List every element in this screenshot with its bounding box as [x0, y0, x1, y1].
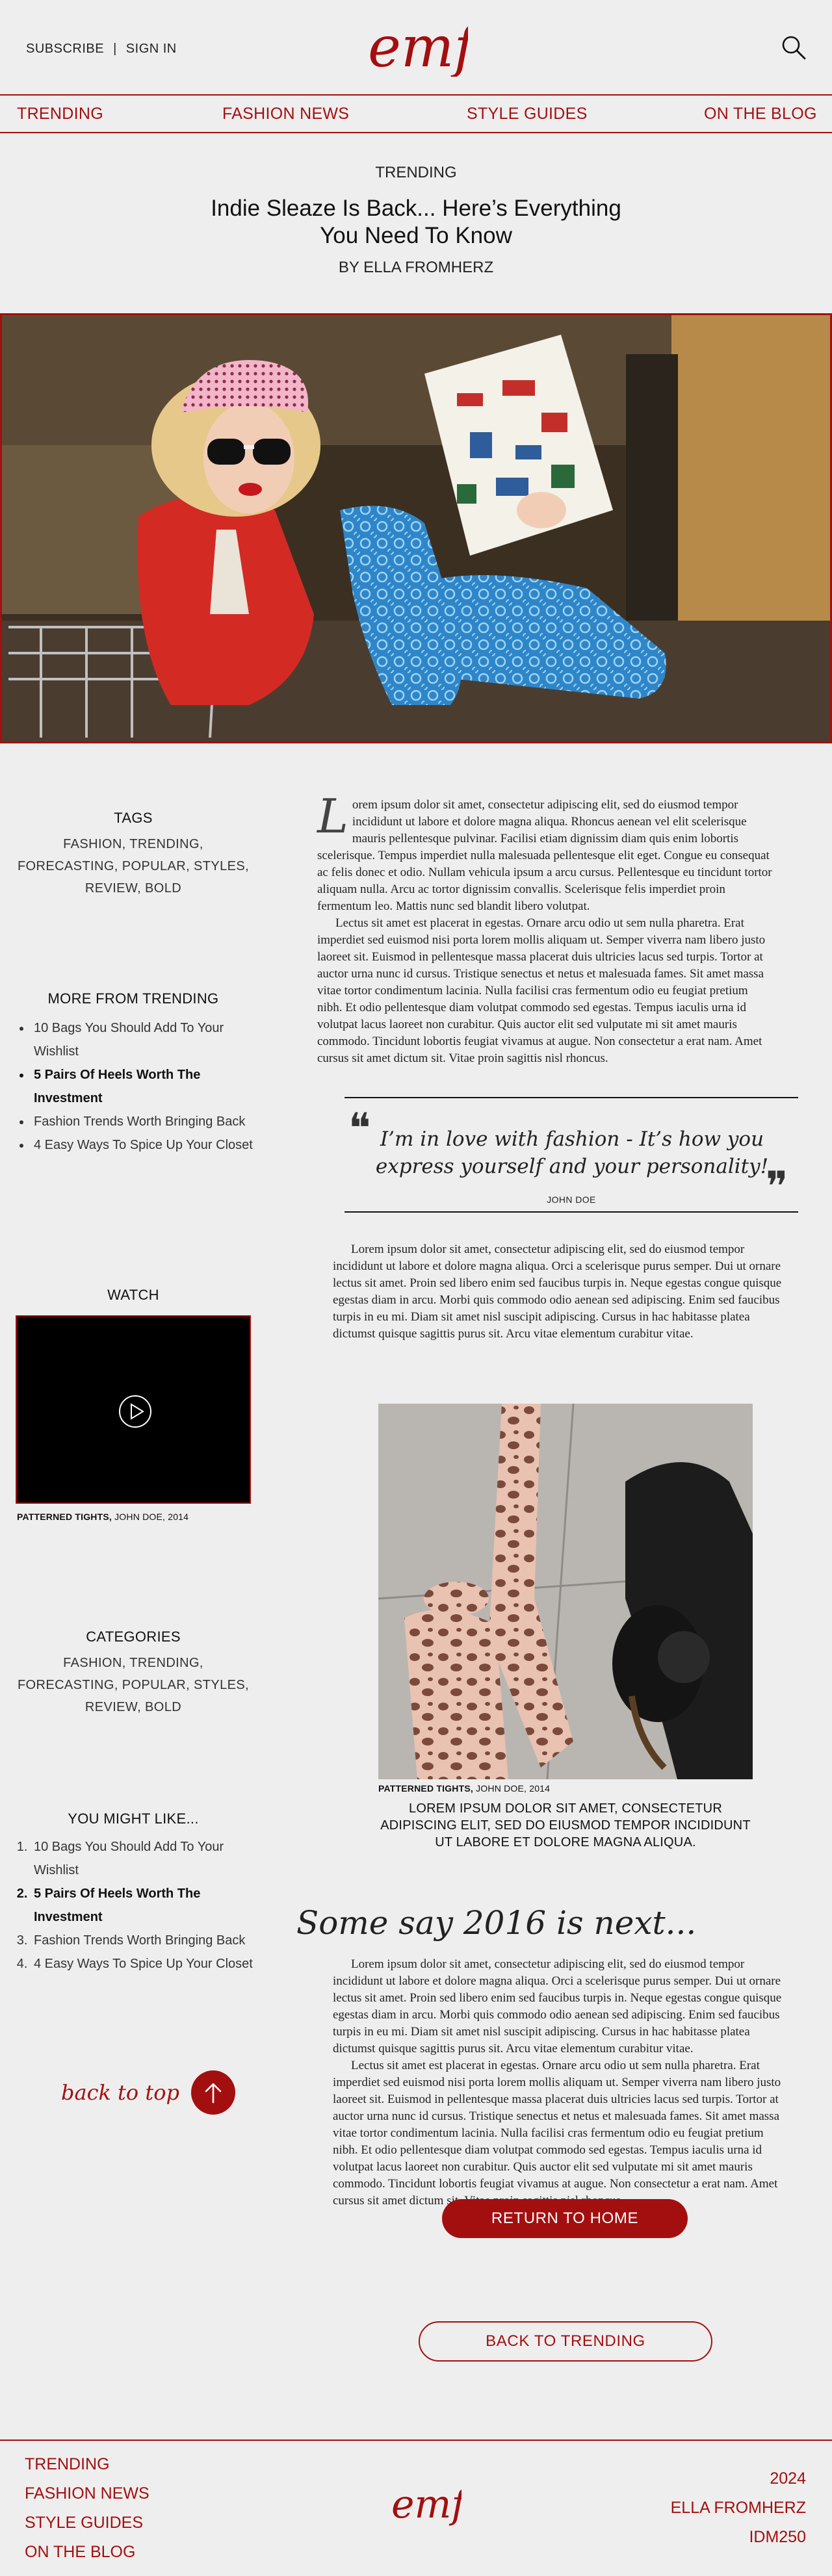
- pull-quote: I’m in love with fashion - It’s how you …: [375, 1127, 769, 1178]
- you-might-like-list: 10 Bags You Should Add To Your Wishlist …: [16, 1835, 263, 1976]
- site-footer: TRENDING FASHION NEWS STYLE GUIDES ON TH…: [0, 2440, 832, 2576]
- back-to-top-button[interactable]: back to top: [61, 2070, 235, 2115]
- footer-link-trending[interactable]: TRENDING: [25, 2450, 150, 2479]
- article-title: Indie Sleaze Is Back... Here’s Everythin…: [156, 195, 676, 250]
- quote-top-rule: [344, 1097, 798, 1098]
- tights-photo: [378, 1404, 753, 1779]
- watch-heading: WATCH: [107, 1287, 159, 1303]
- paragraph-5: Lectus sit amet est placerat in egestas.…: [333, 2059, 781, 2208]
- site-logo[interactable]: emf: [364, 12, 468, 77]
- video-caption-title: PATTERNED TIGHTS,: [17, 1512, 112, 1522]
- list-item[interactable]: 4 Easy Ways To Spice Up Your Closet: [31, 1133, 263, 1157]
- article-intro: Lorem ipsum dolor sit amet, consectetur …: [317, 789, 772, 1067]
- sign-in-link[interactable]: SIGN IN: [126, 42, 177, 56]
- more-from-trending-list: 10 Bags You Should Add To Your Wishlist …: [16, 1016, 263, 1157]
- footer-author: ELLA FROMHERZ: [670, 2499, 806, 2517]
- logo-wordmark: emf: [368, 15, 468, 77]
- photo-upper-caption: LOREM IPSUM DOLOR SIT AMET, CONSECTETUR …: [380, 1801, 751, 1849]
- auth-separator: |: [113, 42, 117, 56]
- main-nav: TRENDING FASHION NEWS STYLE GUIDES ON TH…: [0, 94, 832, 133]
- video-caption-credit: JOHN DOE, 2014: [112, 1512, 189, 1522]
- list-item[interactable]: 10 Bags You Should Add To Your Wishlist: [31, 1016, 263, 1063]
- hero-image: [0, 313, 832, 743]
- list-item[interactable]: 4 Easy Ways To Spice Up Your Closet: [31, 1952, 263, 1976]
- footer-link-fashion-news[interactable]: FASHION NEWS: [25, 2479, 150, 2508]
- nav-style-guides[interactable]: STYLE GUIDES: [467, 105, 588, 123]
- site-header: SUBSCRIBE | SIGN IN emf: [0, 0, 832, 94]
- photo-caption-title: PATTERNED TIGHTS,: [378, 1783, 473, 1794]
- account-links: SUBSCRIBE | SIGN IN: [26, 42, 177, 57]
- nav-fashion-news[interactable]: FASHION NEWS: [222, 105, 349, 123]
- paragraph-2: Lectus sit amet est placerat in egestas.…: [317, 916, 766, 1065]
- list-item[interactable]: 10 Bags You Should Add To Your Wishlist: [31, 1835, 263, 1882]
- subscribe-link[interactable]: SUBSCRIBE: [26, 42, 104, 56]
- quote-author: JOHN DOE: [547, 1194, 596, 1205]
- footer-code: IDM250: [749, 2528, 806, 2546]
- paragraph-4: Lorem ipsum dolor sit amet, consectetur …: [333, 1957, 782, 2055]
- footer-meta: 2024 ELLA FROMHERZ IDM250: [671, 2464, 806, 2552]
- tags-list[interactable]: FASHION, TRENDING, FORECASTING, POPULAR,…: [16, 833, 251, 899]
- search-icon[interactable]: [780, 34, 807, 61]
- photo-caption: PATTERNED TIGHTS, JOHN DOE, 2014: [378, 1783, 550, 1794]
- drop-cap: L: [317, 789, 348, 844]
- video-player[interactable]: [16, 1315, 251, 1504]
- article-title-line-1: Indie Sleaze Is Back... Here’s Everythin…: [211, 196, 621, 221]
- footer-link-on-the-blog[interactable]: ON THE BLOG: [25, 2538, 150, 2567]
- categories-list[interactable]: FASHION, TRENDING, FORECASTING, POPULAR,…: [16, 1652, 251, 1718]
- you-might-like-heading: YOU MIGHT LIKE...: [68, 1810, 199, 1827]
- article-section-3: Lorem ipsum dolor sit amet, consectetur …: [333, 1956, 788, 2209]
- tights-illustration: [378, 1404, 753, 1779]
- tags-heading: TAGS: [114, 810, 153, 826]
- list-item[interactable]: Fashion Trends Worth Bringing Back: [31, 1929, 263, 1952]
- footer-logo-wordmark: emf: [391, 2482, 462, 2527]
- paragraph-1: orem ipsum dolor sit amet, consectetur a…: [317, 798, 772, 913]
- list-item[interactable]: 5 Pairs Of Heels Worth The Investment: [31, 1063, 263, 1110]
- back-to-top-label: back to top: [61, 2080, 179, 2105]
- video-caption: PATTERNED TIGHTS, JOHN DOE, 2014: [17, 1512, 188, 1522]
- more-from-trending-heading: MORE FROM TRENDING: [47, 990, 219, 1007]
- paragraph-3: Lorem ipsum dolor sit amet, consectetur …: [333, 1243, 782, 1341]
- categories-heading: CATEGORIES: [86, 1629, 181, 1645]
- section-heading: Some say 2016 is next...: [296, 1904, 697, 1942]
- return-home-button[interactable]: RETURN TO HOME: [442, 2199, 688, 2238]
- footer-links: TRENDING FASHION NEWS STYLE GUIDES ON TH…: [25, 2450, 150, 2567]
- article-kicker: TRENDING: [375, 164, 457, 181]
- quote-bottom-rule: [344, 1211, 798, 1213]
- article-byline: BY ELLA FROMHERZ: [338, 259, 494, 276]
- list-item[interactable]: 5 Pairs Of Heels Worth The Investment: [31, 1882, 263, 1929]
- photo-caption-credit: JOHN DOE, 2014: [473, 1783, 551, 1794]
- list-item[interactable]: Fashion Trends Worth Bringing Back: [31, 1110, 263, 1133]
- arrow-up-icon: [190, 2070, 235, 2115]
- footer-year: 2024: [770, 2469, 806, 2488]
- play-icon[interactable]: [118, 1395, 152, 1428]
- footer-link-style-guides[interactable]: STYLE GUIDES: [25, 2508, 150, 2538]
- nav-on-the-blog[interactable]: ON THE BLOG: [704, 105, 817, 123]
- article-title-line-2: You Need To Know: [320, 223, 512, 248]
- article-section-2: Lorem ipsum dolor sit amet, consectetur …: [333, 1241, 788, 1343]
- footer-logo[interactable]: emf: [390, 2477, 462, 2527]
- nav-trending[interactable]: TRENDING: [17, 105, 103, 123]
- back-to-trending-button[interactable]: BACK TO TRENDING: [419, 2321, 712, 2362]
- hero-illustration: [2, 315, 830, 741]
